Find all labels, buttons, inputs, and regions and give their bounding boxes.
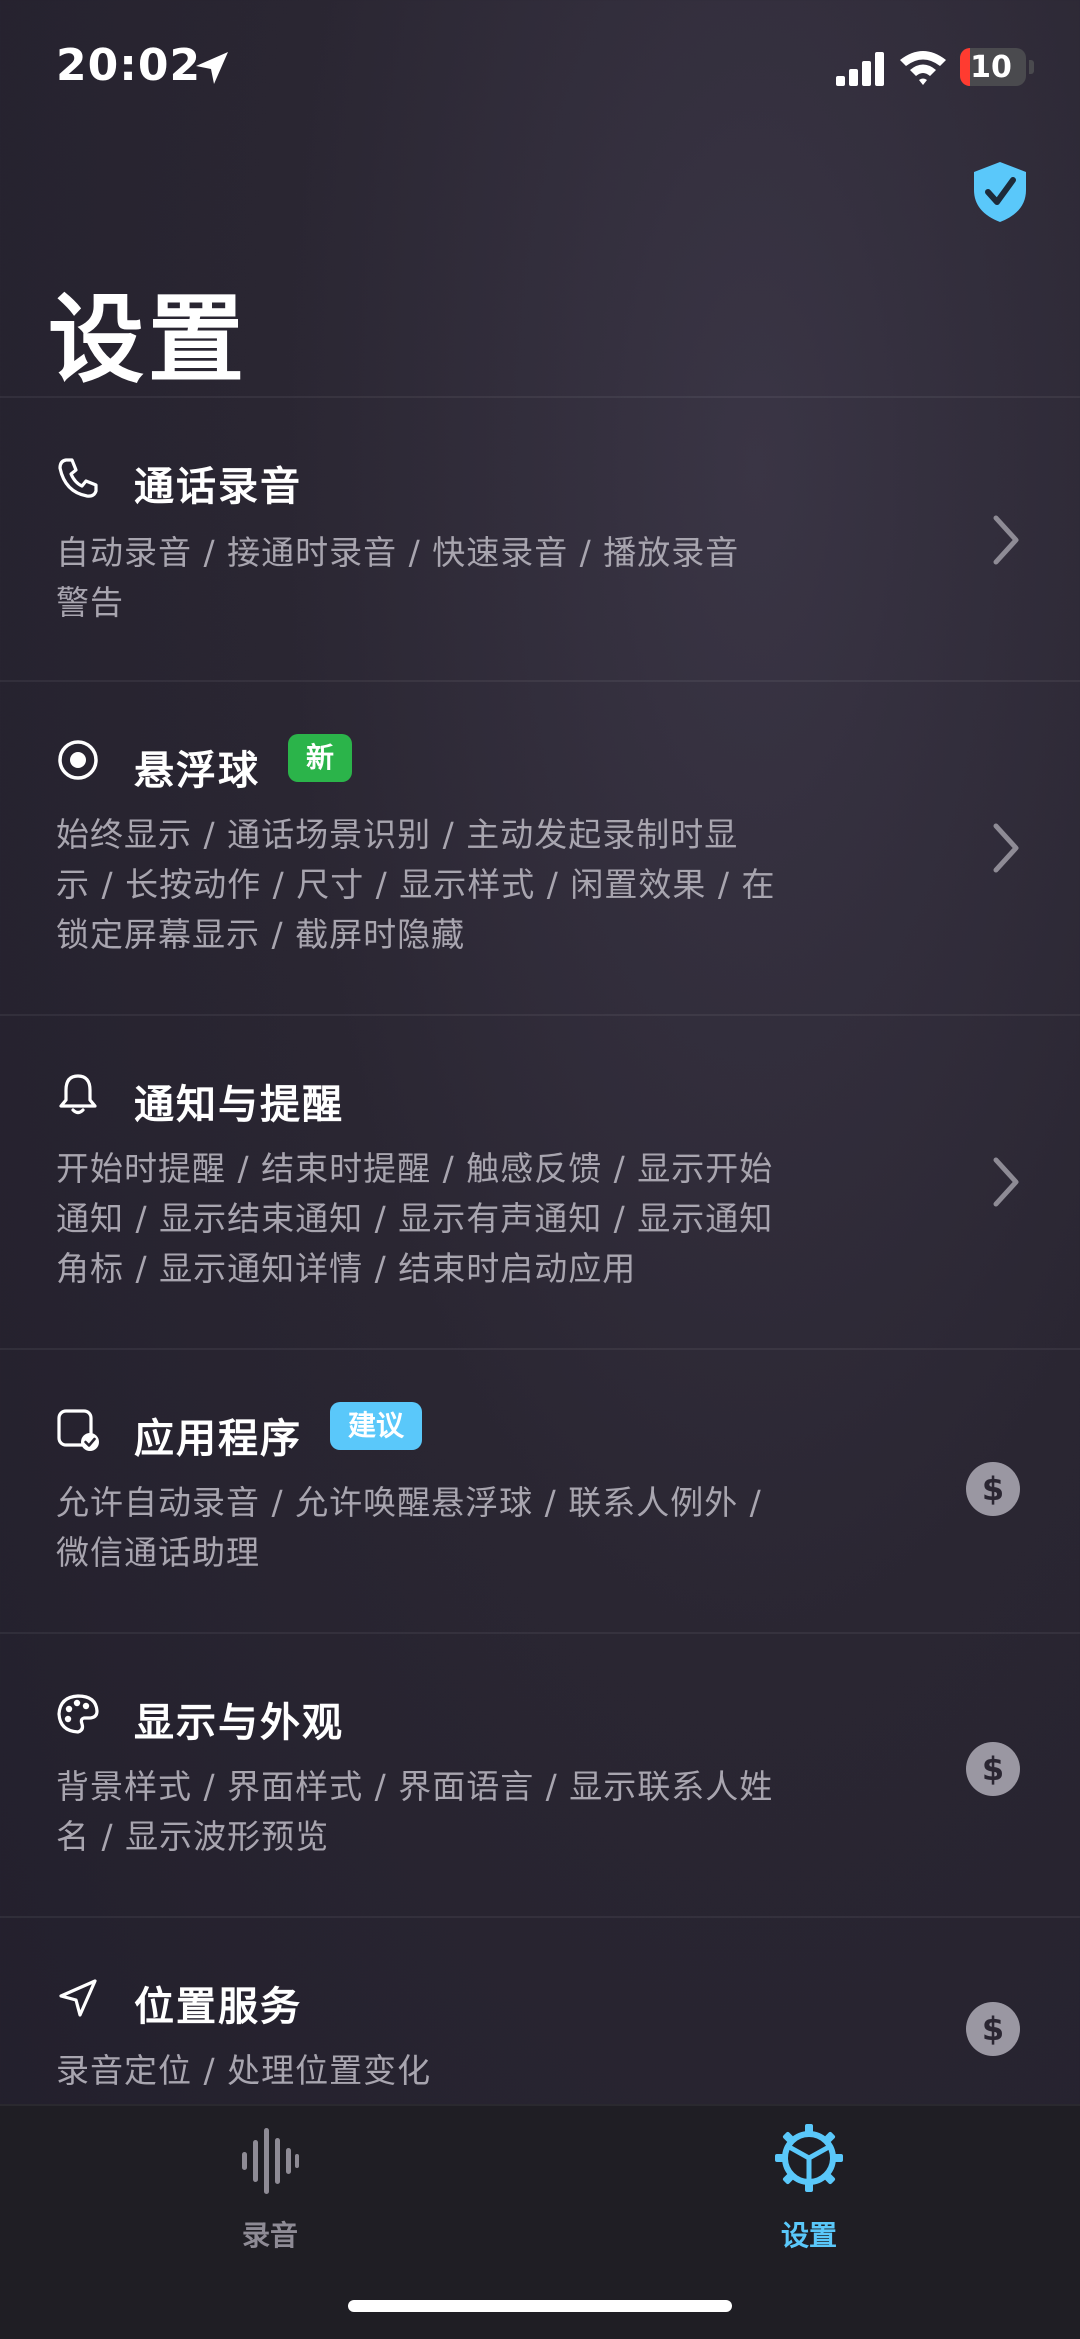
settings-row-display-appearance[interactable]: 显示与外观 背景样式 / 界面样式 / 界面语言 / 显示联系人姓 名 / 显示… — [0, 1634, 1080, 1916]
suggest-badge: 建议 — [330, 1402, 423, 1450]
location-services-icon — [196, 52, 228, 84]
premium-dollar-icon: $ — [966, 1742, 1020, 1796]
home-indicator[interactable] — [348, 2300, 732, 2312]
bell-icon — [59, 1074, 97, 1115]
gear-icon — [775, 2124, 843, 2192]
tab-settings[interactable]: 设置 — [709, 2106, 909, 2256]
phone-icon — [58, 458, 98, 498]
settings-row-floating-ball[interactable]: 悬浮球 新 始终显示 / 通话场景识别 / 主动发起录制时显 示 / 长按动作 … — [0, 682, 1080, 1014]
row-title: 悬浮球 — [134, 748, 260, 794]
row-title: 显示与外观 — [134, 1700, 344, 1746]
tab-label: 录音 — [241, 2219, 298, 2252]
premium-dollar-icon: $ — [966, 2002, 1020, 2056]
location-arrow-icon — [59, 1979, 97, 2017]
row-subtitle: 录音定位 / 处理位置变化 — [56, 2051, 432, 2090]
shield-check-icon[interactable] — [972, 160, 1028, 224]
chevron-right-icon — [993, 515, 1019, 565]
tab-recordings[interactable]: 录音 — [170, 2106, 370, 2256]
settings-row-location-services[interactable]: 位置服务 录音定位 / 处理位置变化 $ — [0, 1918, 1080, 2108]
row-title: 应用程序 — [134, 1416, 302, 1462]
battery-indicator: 10 — [960, 48, 1034, 86]
record-dot-icon — [58, 740, 98, 780]
row-title: 通知与提醒 — [134, 1082, 344, 1128]
tab-label: 设置 — [780, 2219, 837, 2252]
chevron-right-icon — [993, 823, 1019, 873]
chevron-right-icon — [993, 1157, 1019, 1207]
row-title: 位置服务 — [134, 1984, 302, 2030]
settings-row-call-recording[interactable]: 通话录音 自动录音 / 接通时录音 / 快速录音 / 播放录音 警告 — [0, 398, 1080, 680]
status-bar: 20:02 10 — [0, 0, 1080, 130]
battery-percent: 10 — [970, 50, 1012, 85]
wifi-icon — [900, 51, 946, 85]
row-subtitle: 始终显示 / 通话场景识别 / 主动发起录制时显 示 / 长按动作 / 尺寸 /… — [56, 815, 776, 954]
settings-list: 通话录音 自动录音 / 接通时录音 / 快速录音 / 播放录音 警告 悬浮球 新… — [0, 396, 1080, 2108]
settings-row-applications[interactable]: 应用程序 建议 允许自动录音 / 允许唤醒悬浮球 / 联系人例外 / 微信通话助… — [0, 1350, 1080, 1632]
status-time: 20:02 — [56, 40, 202, 91]
palette-icon — [57, 1694, 99, 1734]
cellular-signal-icon — [836, 52, 884, 86]
row-subtitle: 背景样式 / 界面样式 / 界面语言 / 显示联系人姓 名 / 显示波形预览 — [56, 1767, 774, 1856]
new-badge: 新 — [288, 734, 353, 782]
page-title: 设置 — [48, 284, 248, 396]
row-title: 通话录音 — [134, 464, 302, 510]
app-check-icon — [57, 1409, 99, 1451]
waveform-icon — [242, 2128, 299, 2194]
row-subtitle: 允许自动录音 / 允许唤醒悬浮球 / 联系人例外 / 微信通话助理 — [56, 1483, 762, 1572]
row-subtitle: 开始时提醒 / 结束时提醒 / 触感反馈 / 显示开始 通知 / 显示结束通知 … — [56, 1149, 774, 1288]
row-subtitle: 自动录音 / 接通时录音 / 快速录音 / 播放录音 警告 — [56, 533, 740, 622]
settings-row-notifications[interactable]: 通知与提醒 开始时提醒 / 结束时提醒 / 触感反馈 / 显示开始 通知 / 显… — [0, 1016, 1080, 1348]
premium-dollar-icon: $ — [966, 1462, 1020, 1516]
